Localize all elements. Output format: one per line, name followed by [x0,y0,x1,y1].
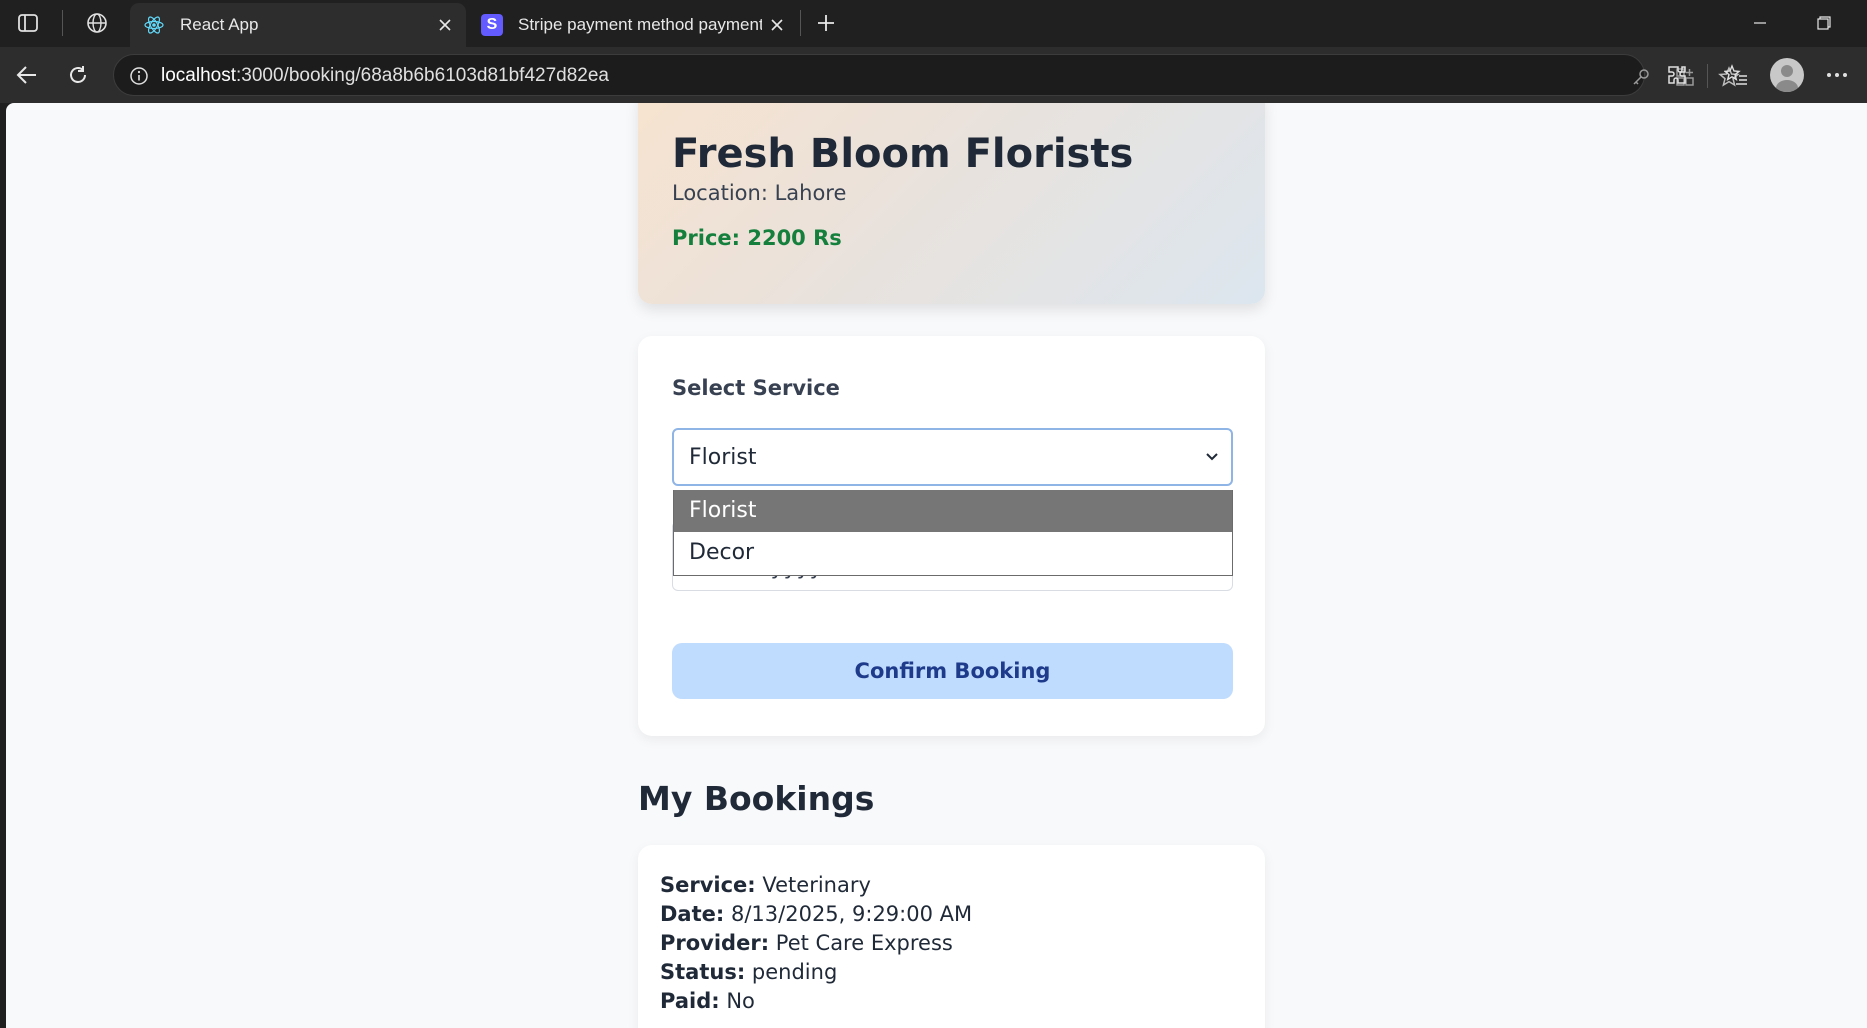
tab-strip: React App S Stripe payment method paymen… [0,0,1867,47]
react-icon [142,13,166,37]
provider-name: Fresh Bloom Florists [672,131,1134,177]
provider-location: Location: Lahore [672,181,847,205]
booking-service-row: Service: Veterinary [660,873,871,897]
sidebar-toggle-icon[interactable] [8,8,48,38]
service-select[interactable]: Florist [672,428,1233,486]
reload-icon[interactable] [60,57,96,93]
extensions-icon[interactable] [1660,58,1694,92]
provider-price: Price: 2200 Rs [672,226,842,250]
select-service-label: Select Service [672,376,840,400]
tab-title: Stripe payment method payment [518,15,762,34]
close-icon[interactable] [430,10,460,40]
restore-icon[interactable] [1804,8,1844,38]
tab-divider [800,10,801,36]
more-options-icon[interactable] [1820,58,1854,92]
booking-status-row: Status: pending [660,960,838,984]
provider-header-card: Fresh Bloom Florists Location: Lahore Pr… [638,103,1265,304]
key-icon[interactable] [1628,64,1654,90]
booking-date-row: Date: 8/13/2025, 9:29:00 AM [660,902,973,926]
globe-icon[interactable] [77,8,117,38]
chevron-down-icon [1203,448,1221,466]
tab-stripe[interactable]: S Stripe payment method payment [468,3,798,47]
tab-react-app[interactable]: React App [130,3,466,47]
site-info-icon[interactable] [128,65,150,87]
stripe-icon: S [480,13,504,37]
my-bookings-heading: My Bookings [638,779,875,818]
profile-avatar[interactable] [1770,58,1804,92]
browser-toolbar: localhost:3000/booking/68a8b6b6103d81bf4… [0,47,1867,103]
selected-service-value: Florist [689,445,757,470]
booking-provider-row: Provider: Pet Care Express [660,931,953,955]
page-viewport: Fresh Bloom Florists Location: Lahore Pr… [6,103,1867,1028]
new-tab-button[interactable] [810,8,842,38]
tab-title: React App [180,15,259,34]
booking-card: Service: Veterinary Date: 8/13/2025, 9:2… [638,845,1265,1028]
service-dropdown-list: Florist Decor [673,490,1233,576]
tab-divider [62,10,63,36]
close-icon[interactable] [762,10,792,40]
back-arrow-icon[interactable] [9,57,45,93]
address-bar[interactable]: localhost:3000/booking/68a8b6b6103d81bf4… [113,54,1740,96]
toolbar-divider [1707,64,1708,88]
favorites-list-icon[interactable] [1719,58,1753,92]
url-text[interactable]: localhost:3000/booking/68a8b6b6103d81bf4… [161,65,609,87]
dropdown-option-decor[interactable]: Decor [674,532,1232,574]
confirm-booking-button[interactable]: Confirm Booking [672,643,1233,699]
booking-paid-row: Paid: No [660,989,755,1013]
booking-form-card: Select Service Florist mm/dd/yyyy --:-- … [638,336,1265,736]
minimize-icon[interactable] [1740,8,1780,38]
dropdown-option-florist[interactable]: Florist [674,490,1232,532]
